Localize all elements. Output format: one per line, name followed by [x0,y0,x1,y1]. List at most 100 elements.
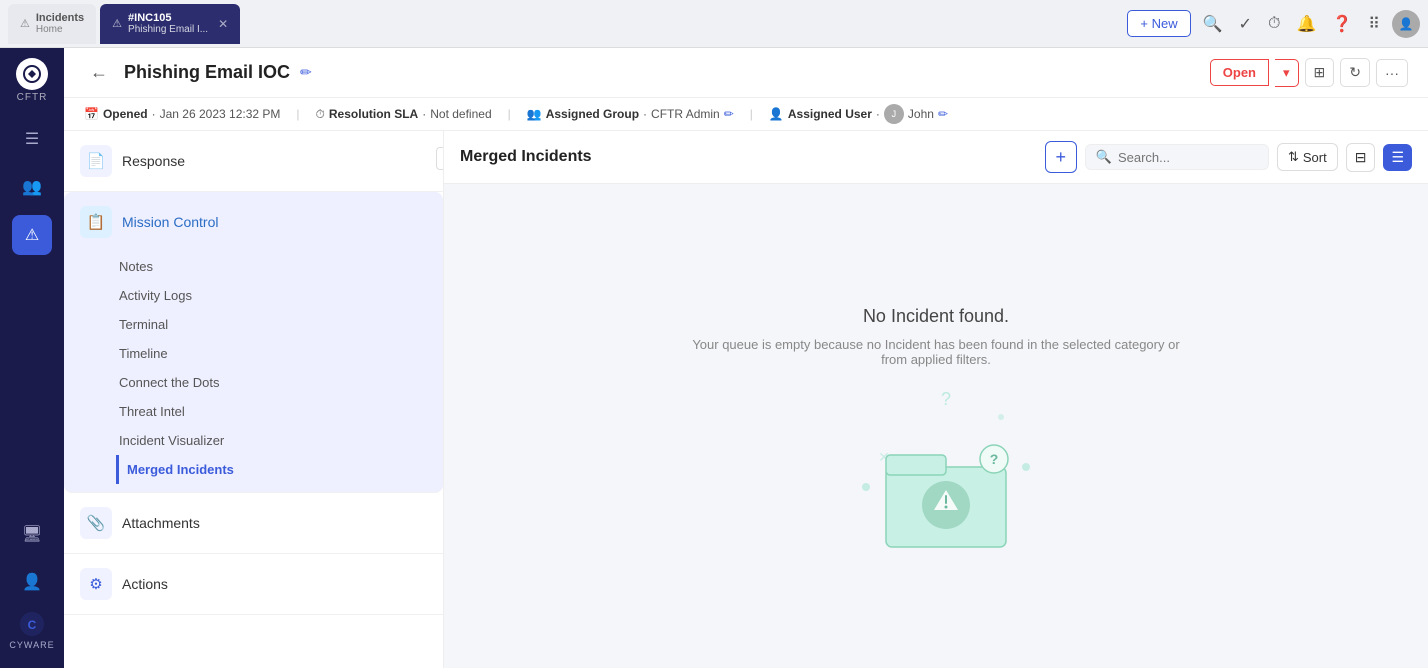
meta-opened: 📅 Opened · Jan 26 2023 12:32 PM [84,107,280,121]
edit-user-icon[interactable]: ✏ [938,107,948,121]
edit-title-icon[interactable]: ✏ [300,64,312,81]
nav-incident-visualizer[interactable]: Incident Visualizer [116,426,443,455]
main-panel: Merged Incidents + 🔍 ⇅ Sort ⊟ [444,131,1428,668]
filter-btn[interactable]: ⊟ [1346,143,1376,172]
empty-title: No Incident found. [863,306,1009,327]
assign-icon-btn[interactable]: ⊞ [1305,58,1335,87]
sort-btn[interactable]: ⇅ Sort [1277,143,1338,171]
grid-icon-btn[interactable]: ⠿ [1364,10,1384,38]
logo-text: CFTR [17,92,48,103]
clock-icon: ⏱ [1268,15,1280,33]
svg-text:?: ? [990,451,999,467]
opened-date-value: Jan 26 2023 12:32 PM [160,107,281,121]
grid-icon: ⠿ [1368,14,1380,34]
topbar-actions: + New 🔍 ✓ ⏱ 🔔 ❓ ⠿ 👤 [1127,10,1420,38]
opened-label: Opened [103,107,148,121]
opened-date: · [152,107,156,121]
empty-illustration: ? ✕ [846,387,1026,547]
refresh-icon-btn[interactable]: ↻ [1340,58,1370,87]
logo-icon [16,58,48,90]
clock-icon-btn[interactable]: ⏱ [1264,11,1284,37]
page-title: Phishing Email IOC [124,62,290,83]
user-icon: 👤 [769,107,784,121]
nav-monitor-btn[interactable]: 🖥 [12,514,52,554]
meta-bar: 📅 Opened · Jan 26 2023 12:32 PM | ⏱ Reso… [64,98,1428,131]
sla-value: Not defined [430,107,491,121]
header-actions: Open ▾ ⊞ ↻ ··· [1210,58,1408,87]
nav-merged-incidents[interactable]: Merged Incidents [116,455,443,484]
meta-assigned-group: 👥 Assigned Group · CFTR Admin ✏ [527,107,734,121]
user-avatar[interactable]: 👤 [1392,10,1420,38]
svg-text:?: ? [941,389,951,409]
user-avatar-small: J [884,104,904,124]
cyware-text: CYWARE [9,640,54,650]
bell-icon: 🔔 [1296,14,1316,34]
user-label: Assigned User [788,107,872,121]
actions-icon: ⚙ [80,568,112,600]
nav-timeline[interactable]: Timeline [116,339,443,368]
sla-icon: ⏱ [316,107,325,122]
edit-group-icon[interactable]: ✏ [724,107,734,121]
nav-users-btn[interactable]: 👥 [12,167,52,207]
status-dropdown-btn[interactable]: ▾ [1275,59,1299,87]
nav-terminal[interactable]: Terminal [116,310,443,339]
app-logo: CFTR [16,58,48,103]
tab-incidents-home[interactable]: ⚠ Incidents Home [8,4,96,44]
search-icon-btn[interactable]: 🔍 [1199,10,1227,38]
search-input[interactable] [1118,150,1258,165]
question-icon-btn[interactable]: ❓ [1328,10,1356,38]
collapse-panel-btn[interactable]: « [436,147,444,170]
mission-control-section: 📋 Mission Control Notes Activity Logs Te… [64,192,443,493]
nav-person-btn[interactable]: 👤 [12,562,52,602]
mission-control-header[interactable]: 📋 Mission Control [64,192,443,252]
attachments-icon: 📎 [80,507,112,539]
tab-sublabel: Home [36,24,84,35]
attachments-header[interactable]: 📎 Attachments [64,493,443,553]
bell-icon-btn[interactable]: 🔔 [1292,10,1320,38]
nav-threat-intel[interactable]: Threat Intel [116,397,443,426]
actions-header[interactable]: ⚙ Actions [64,554,443,614]
empty-desc: Your queue is empty because no Incident … [686,337,1186,367]
nav-menu-btn[interactable]: ☰ [12,119,52,159]
back-button[interactable]: ← [84,60,114,85]
new-button[interactable]: + New [1127,10,1190,37]
add-merged-incident-btn[interactable]: + [1045,141,1077,173]
page-header-left: ← Phishing Email IOC ✏ [84,60,312,85]
tab-inc105[interactable]: ⚠ #INC105 Phishing Email I... ✕ [100,4,240,44]
nav-shield-btn[interactable]: ⚠ [12,215,52,255]
shield-icon: ⚠ [25,225,39,245]
meta-resolution-sla: ⏱ Resolution SLA · Not defined [316,107,492,122]
user-value: John [908,107,934,121]
response-icon: 📄 [80,145,112,177]
users-icon: 👥 [22,177,42,197]
group-label: Assigned Group [546,107,639,121]
check-icon-btn[interactable]: ✓ [1235,10,1256,38]
tab-icon: ⚠ [20,17,30,30]
actions-section: ⚙ Actions [64,554,443,615]
nav-connect-the-dots[interactable]: Connect the Dots [116,368,443,397]
actions-label: Actions [122,576,168,592]
more-options-btn[interactable]: ··· [1376,59,1408,87]
svg-text:C: C [28,618,37,632]
tab-label: #INC105 [128,12,208,24]
group-value: CFTR Admin [651,107,720,121]
main-panel-actions: + 🔍 ⇅ Sort ⊟ ☰ [1045,141,1412,173]
question-icon: ❓ [1332,14,1352,34]
person-icon: 👤 [22,572,42,592]
status-button[interactable]: Open [1210,59,1269,86]
main-layout: CFTR ☰ 👥 ⚠ 🖥 👤 C CYWARE [0,48,1428,668]
nav-notes[interactable]: Notes [116,252,443,281]
tab-close-btn[interactable]: ✕ [218,17,228,31]
filter-icon: ⊟ [1355,149,1367,165]
check-icon: ✓ [1239,14,1252,34]
response-section-header[interactable]: 📄 Response [64,131,443,191]
mission-control-icon: 📋 [80,206,112,238]
mission-control-sub-nav: Notes Activity Logs Terminal Timeline Co… [64,252,443,492]
page-header: ← Phishing Email IOC ✏ Open ▾ ⊞ ↻ ··· [64,48,1428,98]
view-toggle-btn[interactable]: ☰ [1383,144,1412,171]
mission-control-label: Mission Control [122,214,218,230]
sort-label: Sort [1303,150,1327,165]
nav-activity-logs[interactable]: Activity Logs [116,281,443,310]
app-nav: CFTR ☰ 👥 ⚠ 🖥 👤 C CYWARE [0,48,64,668]
search-icon: 🔍 [1203,14,1223,34]
